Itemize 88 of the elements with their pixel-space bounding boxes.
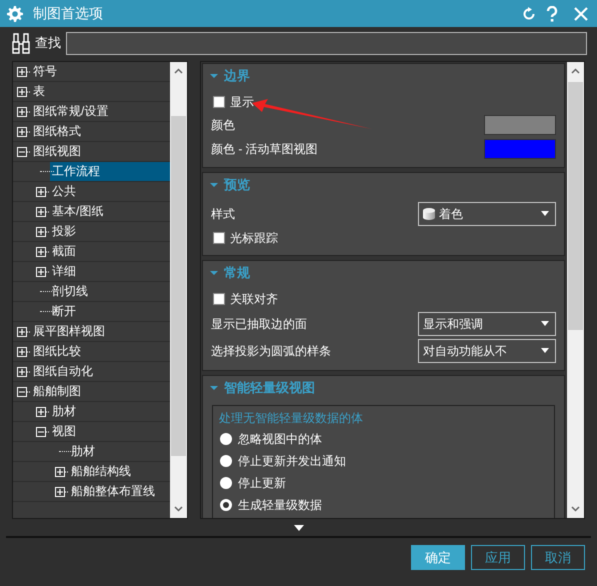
tree-item[interactable]: 船舶整体布置线 — [69, 482, 170, 501]
tree-item[interactable]: 图纸格式 — [31, 122, 170, 141]
color-swatch[interactable] — [484, 139, 556, 159]
radio-button[interactable] — [220, 499, 232, 511]
collapse-icon[interactable] — [17, 386, 31, 396]
tree-item[interactable]: 船舶制图 — [31, 382, 170, 401]
expand-icon[interactable] — [36, 186, 50, 196]
checkbox[interactable] — [213, 293, 225, 305]
tree-item[interactable]: 公共 — [50, 182, 170, 201]
expand-icon[interactable] — [55, 486, 69, 496]
radio-label: 停止更新 — [238, 475, 286, 492]
expand-icon[interactable] — [294, 525, 304, 531]
expand-icon[interactable] — [17, 106, 31, 116]
search-field[interactable] — [66, 32, 587, 54]
color-swatch[interactable] — [484, 115, 556, 135]
radio-button[interactable] — [220, 477, 232, 489]
dialog-button[interactable]: 取消 — [531, 545, 585, 570]
tree-item[interactable]: 符号 — [31, 62, 170, 81]
field-label: 样式 — [211, 206, 236, 222]
expand-icon[interactable] — [17, 126, 31, 136]
tree-item[interactable]: 基本/图纸 — [50, 202, 170, 221]
dialog-button[interactable]: 应用 — [471, 545, 525, 570]
scroll-thumb[interactable] — [568, 82, 583, 330]
expand-icon[interactable] — [17, 86, 31, 96]
binoculars-icon — [10, 32, 32, 54]
field-label: 颜色 — [211, 117, 236, 134]
radio-button[interactable] — [220, 455, 232, 467]
cylinder-icon — [423, 208, 435, 220]
expand-icon[interactable] — [36, 226, 50, 236]
expand-icon[interactable] — [17, 366, 31, 376]
expand-icon[interactable] — [36, 246, 50, 256]
collapse-icon[interactable] — [36, 426, 50, 436]
expand-icon[interactable] — [17, 346, 31, 356]
tree-item[interactable]: 投影 — [50, 222, 170, 241]
help-icon[interactable] — [546, 6, 558, 22]
expand-icon[interactable] — [55, 466, 69, 476]
field-label: 颜色 - 活动草图视图 — [211, 141, 319, 158]
tree-item[interactable]: 工作流程 — [50, 162, 170, 181]
field-label: 选择投影为圆弧的样条 — [211, 342, 332, 360]
scroll-thumb[interactable] — [171, 116, 186, 456]
dropdown-arrow-icon — [541, 348, 549, 353]
tree-item[interactable]: 展平图样视图 — [31, 322, 170, 341]
scroll-down-icon[interactable] — [174, 506, 183, 512]
checkbox-label: 显示 — [230, 94, 254, 111]
reset-icon[interactable] — [522, 6, 536, 20]
dropdown-arrow-icon — [541, 321, 549, 326]
search-label: 查找 — [35, 34, 61, 52]
checkbox-label: 关联对齐 — [230, 291, 278, 308]
tree-item[interactable]: 截面 — [50, 242, 170, 261]
scrollbar[interactable] — [170, 62, 187, 518]
field-label: 显示已抽取边的面 — [211, 316, 308, 332]
tree-item[interactable]: 图纸比较 — [31, 342, 170, 361]
scroll-down-icon[interactable] — [571, 506, 580, 512]
tree-item[interactable]: 肋材 — [50, 402, 170, 421]
radio-button[interactable] — [220, 433, 232, 445]
expand-icon[interactable] — [17, 326, 31, 336]
group-title: 处理无智能轻量级数据的体 — [219, 410, 363, 427]
radio-label: 生成轻量级数据 — [238, 497, 322, 514]
radio-label: 忽略视图中的体 — [238, 431, 322, 448]
tree-item[interactable]: 剖切线 — [50, 282, 170, 301]
expand-icon[interactable] — [36, 206, 50, 216]
tree-item[interactable]: 图纸视图 — [31, 142, 170, 161]
tree-item[interactable]: 肋材 — [69, 442, 170, 461]
expand-icon[interactable] — [36, 266, 50, 276]
scroll-up-icon[interactable] — [571, 68, 580, 74]
tree-item[interactable]: 断开 — [50, 302, 170, 321]
scrollbar[interactable] — [567, 62, 584, 518]
window-title: 制图首选项 — [33, 4, 104, 23]
expand-icon[interactable] — [17, 66, 31, 76]
dropdown-arrow-icon — [541, 211, 549, 216]
radio-label: 停止更新并发出通知 — [238, 453, 346, 470]
checkbox[interactable] — [213, 232, 225, 244]
tree-item[interactable]: 图纸自动化 — [31, 362, 170, 381]
dropdown[interactable]: 对自动功能从不 — [418, 338, 556, 362]
scroll-up-icon[interactable] — [174, 68, 183, 74]
tree-item[interactable]: 船舶结构线 — [69, 462, 170, 481]
tree-item[interactable]: 详细 — [50, 262, 170, 281]
collapse-icon[interactable] — [17, 146, 31, 156]
checkbox-label: 光标跟踪 — [230, 230, 278, 247]
settings-icon — [7, 6, 23, 22]
tree-item[interactable]: 图纸常规/设置 — [31, 102, 170, 121]
dropdown[interactable]: 着色 — [418, 202, 556, 226]
tree-item[interactable]: 视图 — [50, 422, 170, 441]
tree-item[interactable]: 表 — [31, 82, 170, 101]
dropdown[interactable]: 显示和强调 — [418, 312, 556, 336]
close-icon[interactable] — [574, 6, 588, 20]
checkbox[interactable] — [213, 96, 225, 108]
expand-icon[interactable] — [36, 406, 50, 416]
